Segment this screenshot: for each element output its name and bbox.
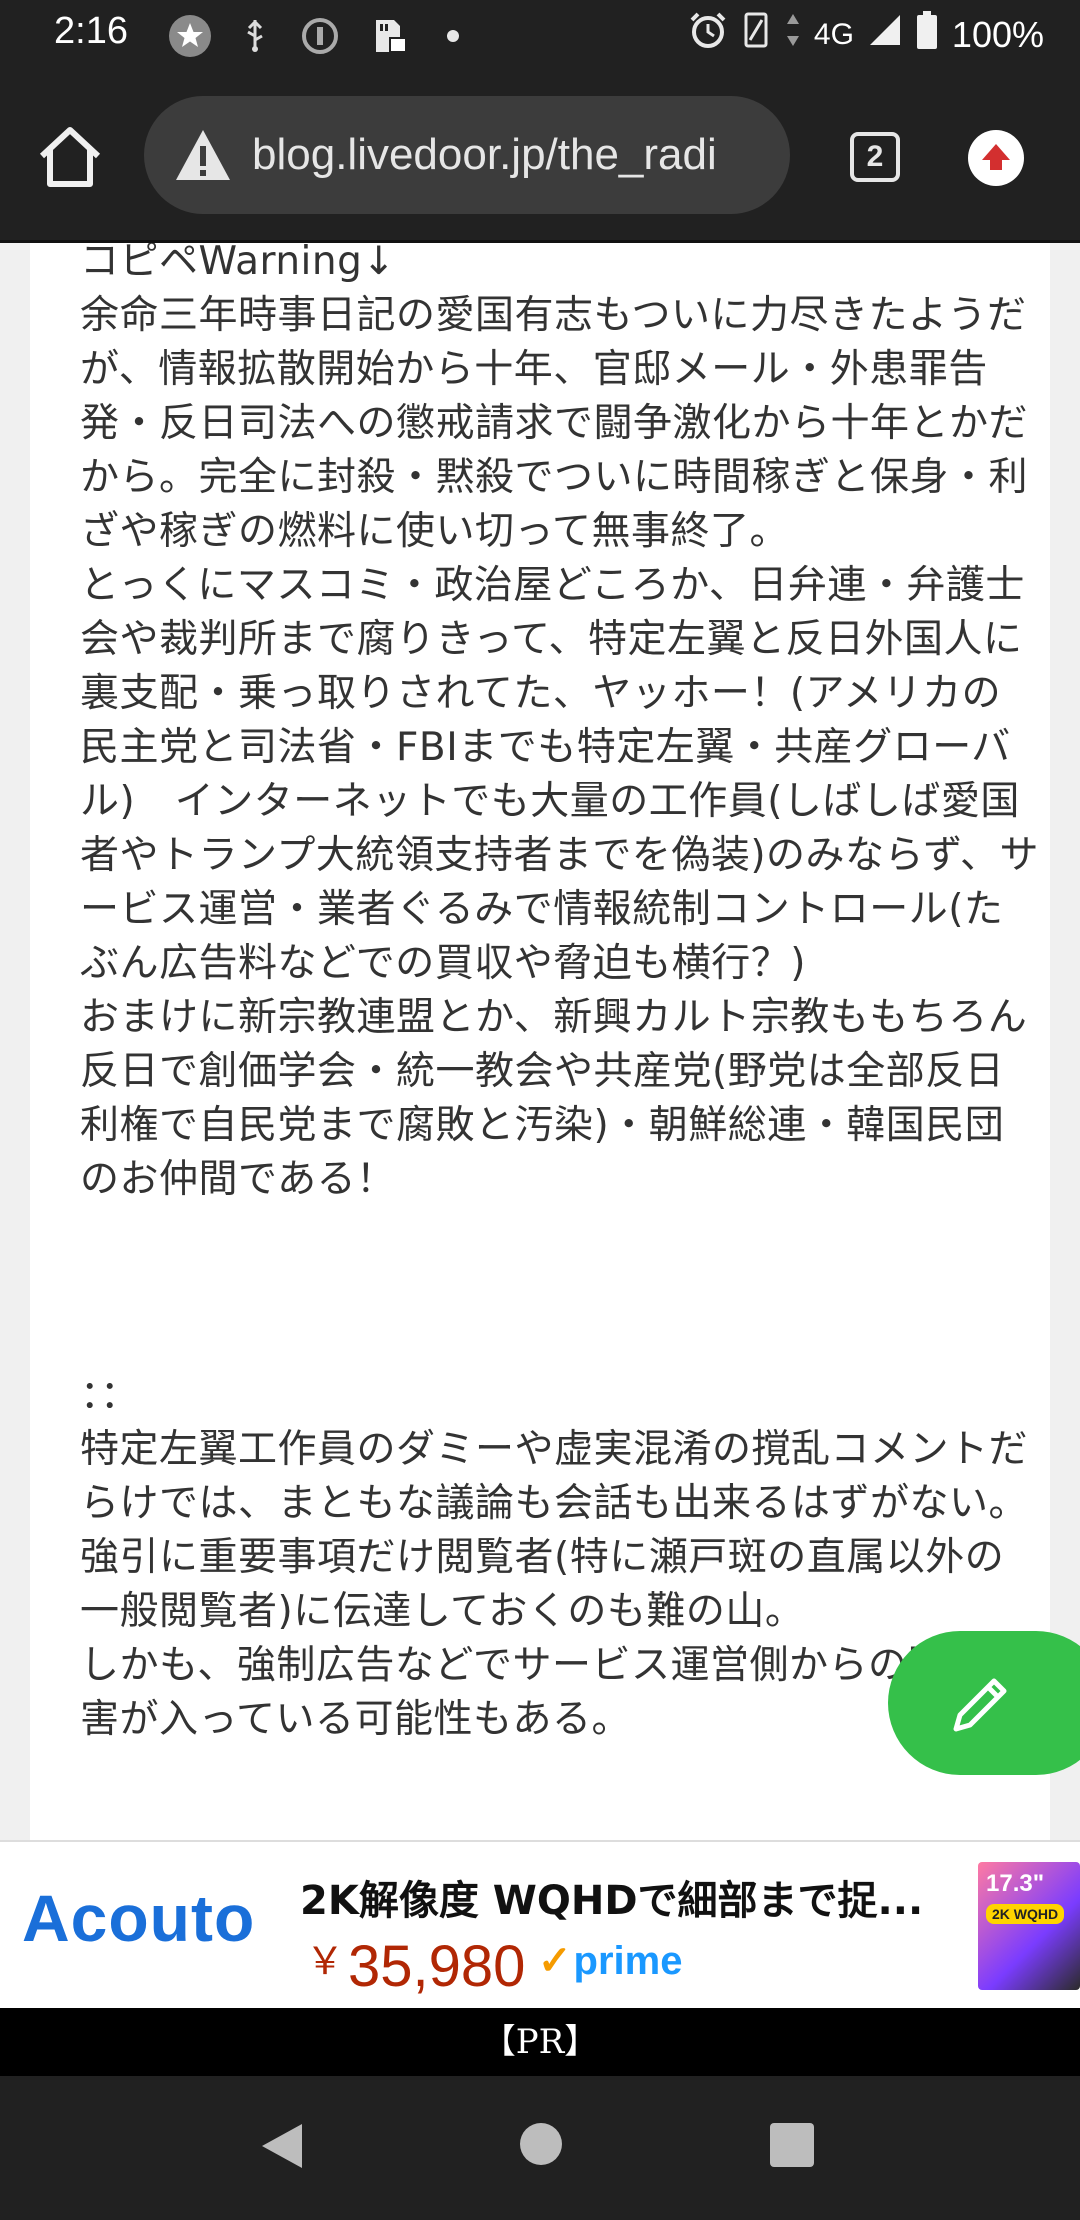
page-content[interactable]: コピペWarning↓ 余命三年時事日記の愛国有志もついに力尽きたようだが、情報… [0, 243, 1080, 1840]
pr-label: 【PR】 [0, 2008, 1080, 2076]
compose-fab[interactable] [888, 1631, 1080, 1775]
article-body: コピペWarning↓ 余命三年時事日記の愛国有志もついに力尽きたようだが、情報… [30, 243, 1050, 1840]
data-arrows-icon [786, 12, 800, 57]
home-button[interactable] [34, 122, 106, 194]
ad-prime: ✓prime [538, 1938, 682, 1984]
warning-icon[interactable] [174, 126, 232, 184]
vibrate-icon [742, 10, 772, 59]
ad-image-badge: 17.3" [986, 1870, 1045, 1897]
back-icon [262, 2124, 302, 2168]
ad-brand[interactable]: Acouto [22, 1880, 255, 1956]
system-nav-bar [0, 2076, 1080, 2220]
paragraph: 特定左翼工作員のダミーや虚実混淆の撹乱コメントだらけでは、まともな議論も会話も出… [80, 1427, 1029, 1634]
browser-toolbar: blog.livedoor.jp/the_radi 2 [0, 76, 1080, 243]
status-right-group: 4G 100% [688, 10, 1044, 59]
paragraph: おまけに新宗教連盟とか、新興カルト宗教ももちろん反日で創価学会・統一教会や共産党… [80, 995, 1028, 1202]
ad-product-image[interactable]: 17.3" 2K WQHD [978, 1862, 1080, 1990]
paragraph: コピペWarning↓ [80, 243, 396, 284]
sd-lock-icon [368, 12, 408, 60]
dot-icon [446, 12, 460, 60]
usb-icon [244, 12, 266, 60]
ad-price-value: 35,980 [348, 1934, 526, 1999]
alarm-icon [688, 10, 728, 59]
paragraph: とっくにマスコミ・政治屋どころか、日弁連・弁護士会や裁判所まで腐りきって、特定左… [80, 563, 1040, 986]
paragraph: ：： [80, 1373, 140, 1418]
ad-price[interactable]: ￥35,980 [306, 1930, 525, 2000]
article-text: コピペWarning↓ 余命三年時事日記の愛国有志もついに力尽きたようだが、情報… [80, 243, 1040, 1747]
pencil-icon [953, 1678, 1007, 1732]
update-arrow-icon [982, 144, 1010, 170]
url-bar[interactable]: blog.livedoor.jp/the_radi [144, 96, 790, 214]
update-button[interactable] [968, 130, 1024, 186]
ad-banner[interactable]: Acouto 2K解像度 WQHDで細部まで捉... ￥35,980 ✓prim… [0, 1840, 1080, 2010]
recents-button[interactable] [770, 2123, 814, 2167]
url-text[interactable]: blog.livedoor.jp/the_radi [252, 126, 782, 184]
signal-icon [868, 13, 902, 56]
home-nav-button[interactable] [520, 2123, 562, 2165]
info-icon [300, 12, 340, 60]
prime-check-icon: ✓ [538, 1939, 572, 1983]
paragraph: 余命三年時事日記の愛国有志もついに力尽きたようだが、情報拡散開始から十年、官邸メ… [80, 293, 1029, 554]
tab-switcher-button[interactable]: 2 [850, 132, 900, 182]
ad-title[interactable]: 2K解像度 WQHDで細部まで捉... [300, 1868, 970, 1926]
home-icon [39, 127, 101, 187]
network-type: 4G [813, 17, 854, 51]
ad-image-tag: 2K WQHD [986, 1904, 1065, 1924]
ad-prime-label: prime [573, 1939, 683, 1983]
battery-icon [916, 11, 938, 58]
battery-percent: 100% [951, 13, 1044, 55]
star-badge-icon [168, 12, 212, 60]
status-time: 2:16 [54, 10, 128, 52]
ad-price-symbol: ￥ [306, 1941, 345, 1983]
status-bar: 2:16 4G 100% [0, 0, 1080, 76]
back-button[interactable] [258, 2120, 306, 2176]
